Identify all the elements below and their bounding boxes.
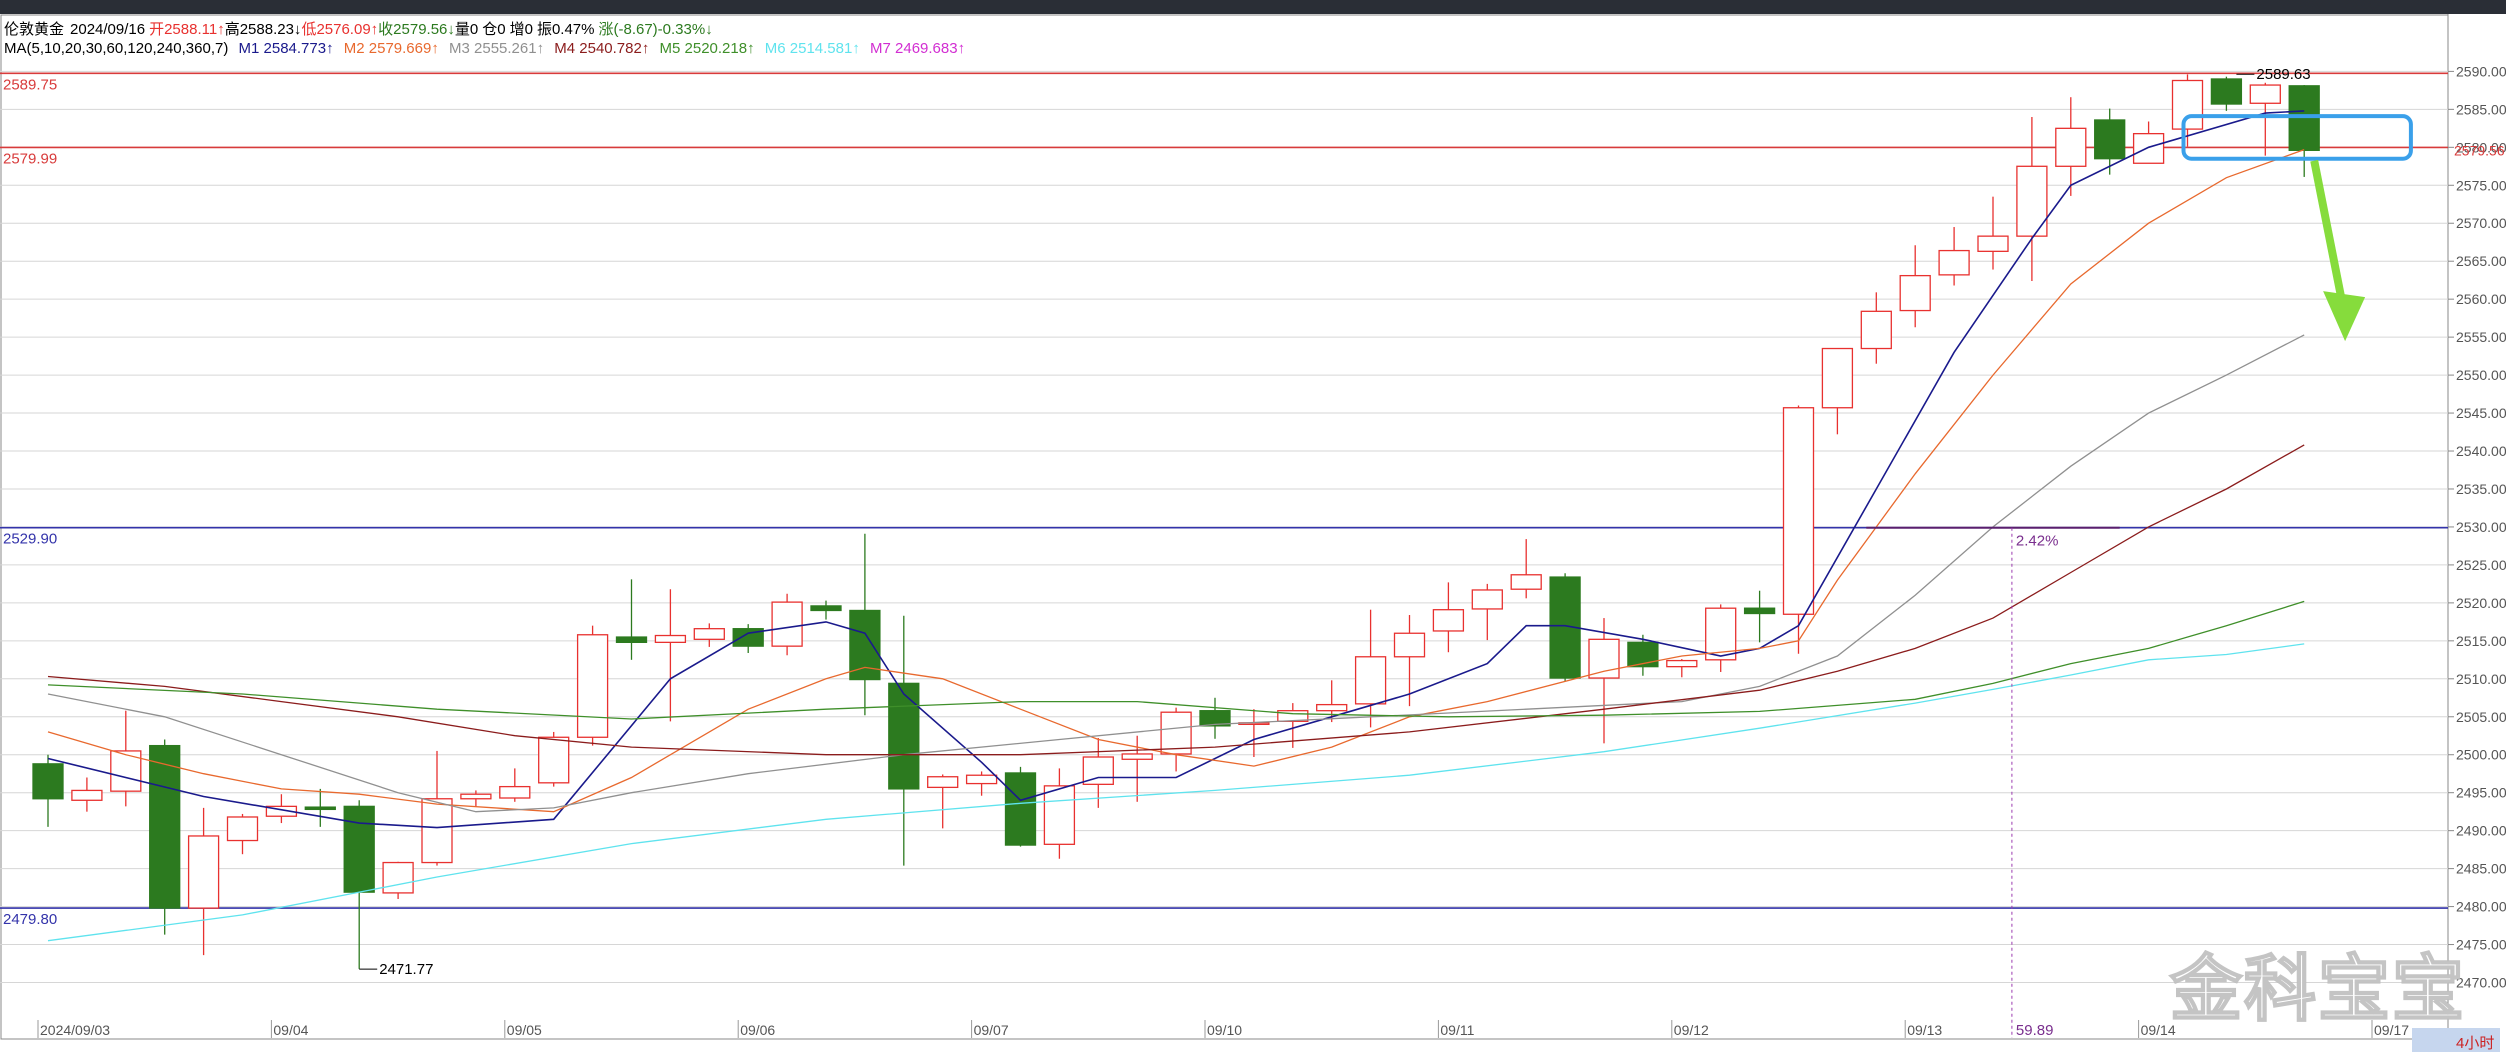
- candle-up: [499, 785, 531, 799]
- top-toolbar: [0, 0, 2506, 14]
- x-tick-label: 09/12: [1674, 1022, 1709, 1038]
- candle-up: [382, 861, 414, 894]
- candle-up: [654, 634, 687, 644]
- candle-up: [1121, 753, 1153, 760]
- reference-line-label: 2479.80: [3, 911, 57, 928]
- candle-up: [187, 835, 220, 909]
- y-tick-label: 2500.00: [2456, 747, 2506, 763]
- y-tick-label: 2530.00: [2456, 519, 2506, 535]
- candle-up: [2249, 84, 2281, 104]
- y-tick-label: 2585.00: [2456, 101, 2506, 117]
- y-tick-label: 2565.00: [2456, 253, 2506, 269]
- candle-up: [693, 628, 725, 640]
- candle-down: [2210, 78, 2243, 105]
- candle-up: [460, 793, 492, 800]
- candle-down: [149, 744, 181, 909]
- y-tick-label: 2505.00: [2456, 709, 2506, 725]
- y-tick-labels: 2470.002475.002480.002485.002490.002495.…: [2448, 63, 2506, 991]
- y-tick-label: 2560.00: [2456, 291, 2506, 307]
- candle-up: [2055, 127, 2087, 167]
- candle-up: [1938, 249, 1970, 276]
- candle-up: [1899, 274, 1931, 312]
- y-tick-label: 2480.00: [2456, 899, 2506, 915]
- candle-up: [927, 776, 959, 789]
- y-tick-label: 2525.00: [2456, 557, 2506, 573]
- y-tick-label: 2540.00: [2456, 443, 2506, 459]
- candle-up: [2171, 79, 2204, 130]
- candlestick-chart[interactable]: 2470.002475.002480.002485.002490.002495.…: [0, 14, 2506, 1056]
- candle-down: [32, 763, 64, 800]
- candle-down: [1743, 607, 1776, 615]
- candle-up: [538, 736, 570, 784]
- candle-up: [1860, 310, 1892, 350]
- candle-up: [771, 601, 803, 647]
- x-tick-label: 09/13: [1907, 1022, 1942, 1038]
- candle-down: [1004, 772, 1037, 846]
- y-tick-label: 2590.00: [2456, 63, 2506, 79]
- candle-up: [1588, 638, 1620, 679]
- candle-up: [1510, 574, 1542, 590]
- candle-down: [888, 682, 920, 790]
- candle-up: [1043, 785, 1076, 845]
- candle-up: [576, 634, 609, 738]
- period-label[interactable]: 4小时: [2456, 1032, 2494, 1053]
- candle-down: [2094, 119, 2126, 160]
- x-tick-label: 09/05: [507, 1022, 542, 1038]
- y-tick-label: 2535.00: [2456, 481, 2506, 497]
- reference-line-label: 2529.90: [3, 531, 57, 548]
- low-annotation: 2471.77: [379, 961, 433, 978]
- y-tick-label: 2485.00: [2456, 861, 2506, 877]
- candle-up: [1782, 407, 1815, 615]
- candle-up: [1471, 589, 1503, 610]
- y-tick-label: 2555.00: [2456, 329, 2506, 345]
- ma-line-M5: [47, 600, 2305, 720]
- x-tick-label: 09/06: [740, 1022, 775, 1038]
- y-tick-label: 2510.00: [2456, 671, 2506, 687]
- x-tick-label: 2024/09/03: [40, 1022, 110, 1038]
- y-tick-label: 2495.00: [2456, 785, 2506, 801]
- candle-up: [71, 789, 103, 801]
- y-tick-label: 2575.00: [2456, 177, 2506, 193]
- candle-up: [1821, 347, 1854, 409]
- y-tick-label: 2545.00: [2456, 405, 2506, 421]
- y-tick-label: 2515.00: [2456, 633, 2506, 649]
- x-tick-label: 09/07: [974, 1022, 1009, 1038]
- candle-down: [615, 636, 648, 644]
- down-arrow-annotation: [2310, 159, 2366, 342]
- candle-up: [2016, 165, 2048, 237]
- y-tick-label: 2550.00: [2456, 367, 2506, 383]
- reference-line-label: 2579.99: [3, 150, 57, 167]
- candle-up: [1977, 235, 2009, 252]
- candle-up: [1666, 659, 1698, 668]
- candle-up: [1393, 632, 1426, 658]
- arrow-head: [2323, 291, 2366, 342]
- moving-averages: [47, 110, 2305, 942]
- arrow-shaft: [2310, 159, 2348, 308]
- candle-up: [1354, 656, 1387, 705]
- x-tick-label: 09/10: [1207, 1022, 1242, 1038]
- measure-value: 59.89: [2016, 1022, 2054, 1039]
- candle-down: [343, 805, 375, 893]
- candle-up: [226, 816, 259, 842]
- candle-up: [1316, 703, 1348, 712]
- last-price-label: 2579.56: [2454, 143, 2505, 159]
- reference-line-label: 2589.75: [3, 76, 57, 93]
- x-tick-label: 09/04: [273, 1022, 308, 1038]
- candle-up: [2132, 132, 2165, 164]
- y-tick-label: 2490.00: [2456, 823, 2506, 839]
- candle-up: [965, 774, 998, 785]
- x-tick-labels: 2024/09/03 09/04 09/05 09/06 09/07 09/10 09/11…: [37, 1020, 2409, 1038]
- y-tick-label: 2520.00: [2456, 595, 2506, 611]
- candle-up: [1432, 609, 1465, 632]
- candle-down: [304, 806, 336, 811]
- x-tick-label: 09/11: [1440, 1022, 1474, 1038]
- high-annotation: 2589.63: [2256, 66, 2310, 83]
- candles: [32, 74, 2320, 969]
- y-tick-label: 2570.00: [2456, 215, 2506, 231]
- candle-up: [421, 798, 453, 864]
- reference-lines: 2589.75 2579.99 2529.90 2479.80: [0, 72, 2448, 928]
- measure-percent: 2.42%: [2016, 533, 2059, 550]
- candle-down: [810, 605, 842, 612]
- watermark-text: 金科宝宝: [2169, 946, 2467, 1032]
